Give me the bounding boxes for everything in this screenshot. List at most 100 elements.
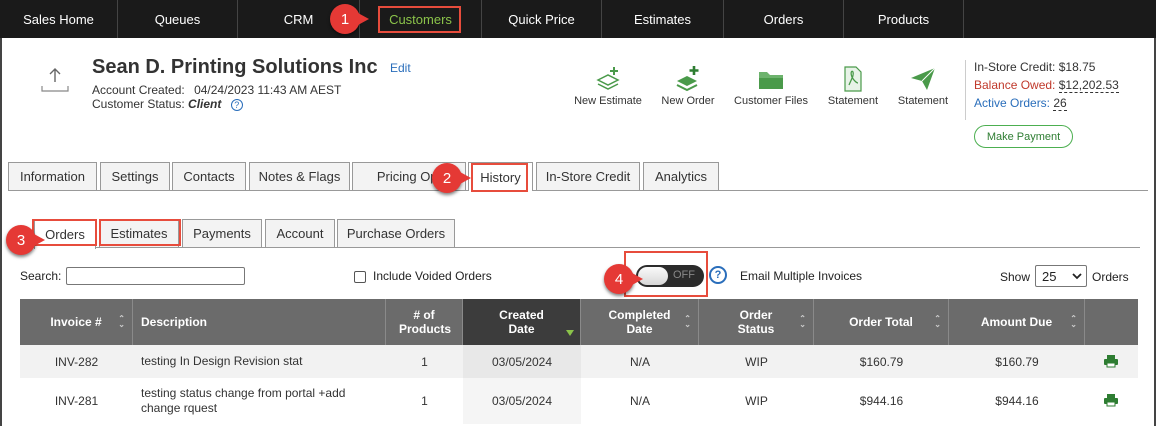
balance-owed-value[interactable]: $12,202.53 xyxy=(1058,78,1119,93)
invoice-number[interactable]: INV-282 xyxy=(20,345,133,378)
print-icon[interactable] xyxy=(1104,354,1118,368)
include-voided-checkbox[interactable] xyxy=(354,271,366,283)
tab-analytics[interactable]: Analytics xyxy=(643,162,719,190)
balance-owed: Balance Owed: $12,202.53 xyxy=(974,78,1119,93)
customer-name: Sean D. Printing Solutions Inc xyxy=(92,56,378,78)
account-created-label: Account Created: xyxy=(92,83,185,97)
description: testing status change from portal +add c… xyxy=(141,386,346,415)
tab-contacts[interactable]: Contacts xyxy=(172,162,246,190)
customer-status: Customer Status: Client ? xyxy=(92,97,243,111)
col-description[interactable]: Description xyxy=(133,299,386,345)
tab-settings[interactable]: Settings xyxy=(100,162,170,190)
nav-products[interactable]: Products xyxy=(844,0,964,38)
sort-icon: ⌃ ⌄ xyxy=(934,314,941,329)
nav-quick-price[interactable]: Quick Price xyxy=(482,0,602,38)
table-row[interactable]: INV-281 testing status change from porta… xyxy=(20,378,1138,424)
orders-label: Orders xyxy=(1092,270,1129,284)
highlight-box-customers xyxy=(378,6,461,33)
help-icon[interactable]: ? xyxy=(709,266,727,284)
product-count: 1 xyxy=(421,394,428,408)
make-payment-button[interactable]: Make Payment xyxy=(974,125,1073,148)
col-completed-date[interactable]: Completed Date ⌃ ⌄ xyxy=(581,299,699,345)
nav-sales-home[interactable]: Sales Home xyxy=(0,0,118,38)
page-size-value: 25 xyxy=(1042,268,1057,284)
new-estimate-button[interactable]: New Estimate xyxy=(572,64,644,107)
col-amount-due[interactable]: Amount Due ⌃ ⌄ xyxy=(949,299,1085,345)
active-orders: Active Orders: 26 xyxy=(974,96,1067,111)
callout-4: 4 xyxy=(604,264,643,294)
edit-link[interactable]: Edit xyxy=(390,61,411,75)
col-invoice[interactable]: Invoice # ⌃ ⌄ xyxy=(20,299,133,345)
product-count: 1 xyxy=(421,354,428,369)
print-icon[interactable] xyxy=(1104,393,1118,407)
invoice-number[interactable]: INV-281 xyxy=(20,378,133,424)
highlight-box-history xyxy=(471,163,528,192)
col-due-label: Amount Due xyxy=(980,315,1053,329)
customer-status-label: Customer Status: xyxy=(92,97,185,111)
col-order-status[interactable]: Order Status ⌃ ⌄ xyxy=(699,299,814,345)
search-input[interactable] xyxy=(66,267,245,285)
new-estimate-label: New Estimate xyxy=(574,95,642,107)
customer-files-button[interactable]: Customer Files xyxy=(732,64,810,107)
col-invoice-label: Invoice # xyxy=(50,315,102,329)
status-help-icon[interactable]: ? xyxy=(230,98,243,111)
subtab-purchase-orders[interactable]: Purchase Orders xyxy=(337,219,455,247)
statement-send-button[interactable]: Statement xyxy=(894,64,952,107)
col-completed-label: Completed Date xyxy=(608,308,671,336)
nav-estimates[interactable]: Estimates xyxy=(602,0,724,38)
table-row[interactable]: INV-282 testing In Design Revision stat … xyxy=(20,345,1138,378)
sort-icon: ⌃ ⌄ xyxy=(799,314,806,329)
callout-1: 1 xyxy=(330,4,369,34)
customer-files-label: Customer Files xyxy=(734,95,808,107)
sort-icon: ⌃ ⌄ xyxy=(684,314,691,329)
sort-desc-icon xyxy=(566,330,574,336)
description: testing In Design Revision stat xyxy=(141,354,303,368)
new-estimate-icon xyxy=(596,67,620,90)
col-products[interactable]: # of Products xyxy=(386,299,463,345)
col-total-label: Order Total xyxy=(849,315,913,329)
col-status-label: Order Status xyxy=(737,308,775,336)
active-orders-value[interactable]: 26 xyxy=(1053,96,1067,111)
subtab-account[interactable]: Account xyxy=(265,219,335,247)
header-divider xyxy=(965,60,966,120)
new-order-button[interactable]: New Order xyxy=(658,64,718,107)
amount-due: $944.16 xyxy=(995,394,1039,408)
sub-tab-bar: Orders Estimates Payments Account Purcha… xyxy=(30,218,1140,249)
order-status: WIP xyxy=(745,354,768,369)
col-created-date[interactable]: Created Date xyxy=(463,299,581,345)
chevron-down-icon xyxy=(1072,273,1082,280)
callout-3: 3 xyxy=(6,225,45,255)
statement-pdf-button[interactable]: Statement xyxy=(824,64,882,107)
col-order-total[interactable]: Order Total ⌃ ⌄ xyxy=(814,299,949,345)
col-products-label: # of Products xyxy=(399,308,452,336)
folder-icon xyxy=(759,72,783,89)
upload-icon[interactable] xyxy=(40,66,70,94)
tab-notes-flags[interactable]: Notes & Flags xyxy=(249,162,350,190)
include-voided-label: Include Voided Orders xyxy=(373,269,492,283)
nav-orders[interactable]: Orders xyxy=(724,0,844,38)
in-store-credit-label: In-Store Credit: xyxy=(974,60,1056,74)
sort-icon: ⌃ ⌄ xyxy=(118,314,125,329)
col-description-label: Description xyxy=(141,315,208,329)
page-size-select[interactable]: 25 xyxy=(1035,265,1087,287)
tab-information[interactable]: Information xyxy=(8,162,97,190)
pdf-icon xyxy=(844,66,862,92)
main-tab-bar: Information Settings Contacts Notes & Fl… xyxy=(8,162,1148,191)
tab-in-store-credit[interactable]: In-Store Credit xyxy=(536,162,640,190)
col-actions xyxy=(1085,299,1138,345)
in-store-credit-value: $18.75 xyxy=(1058,60,1096,74)
subtab-payments[interactable]: Payments xyxy=(182,219,262,247)
completed-date: N/A xyxy=(629,394,650,408)
nav-queues[interactable]: Queues xyxy=(118,0,238,38)
completed-date: N/A xyxy=(629,354,650,369)
created-date: 03/05/2024 xyxy=(463,345,581,378)
customer-status-value: Client xyxy=(188,97,222,111)
sort-icon: ⌃ ⌄ xyxy=(1070,314,1077,329)
new-order-icon xyxy=(676,66,699,92)
show-label: Show xyxy=(1000,270,1031,284)
top-navigation: Sales Home Queues CRM Customers Quick Pr… xyxy=(0,0,1156,38)
email-multiple-label: Email Multiple Invoices xyxy=(740,269,863,283)
in-store-credit: In-Store Credit: $18.75 xyxy=(974,60,1095,74)
order-total: $944.16 xyxy=(859,394,904,408)
order-total: $160.79 xyxy=(859,354,904,369)
